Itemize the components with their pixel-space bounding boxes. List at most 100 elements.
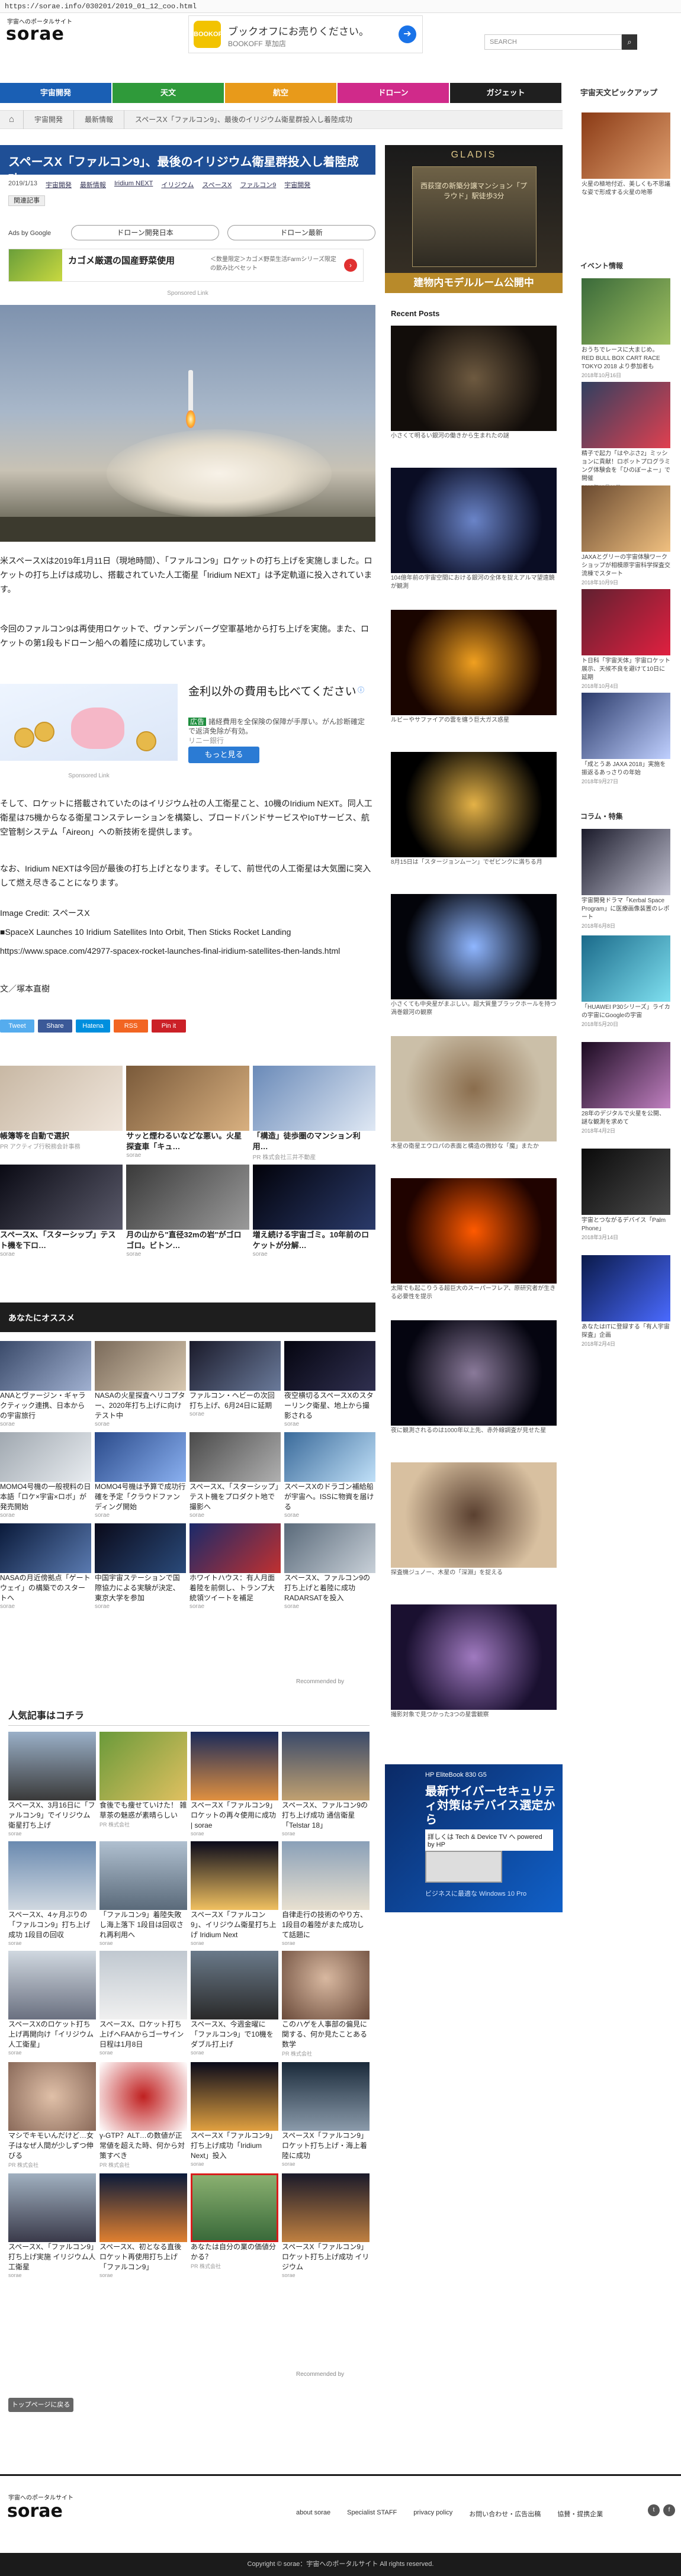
recommend-card[interactable]: ホワイトハウス：有人月面着陸を前倒し、トランプ大統領ツイートを補足 sorae [189,1523,281,1610]
popular-attribution[interactable]: Recommended by [296,2371,344,2378]
arrow-right-icon[interactable]: › [344,259,357,272]
promo-card[interactable]: 月の山から"直径32mの岩"がゴロゴロ。ビトン… sorae [126,1165,249,1258]
nav-aviation[interactable]: 航空 [225,83,338,103]
footer-logo[interactable]: sorae [7,2501,63,2522]
recommend-card[interactable]: MOMO4号機は予算で成功行確を予定「クラウドファンディング開始 sorae [95,1432,186,1519]
right-sidebar-item[interactable]: 火星の極地付近、美しくも不思議な姿で形成する火星の地帯 [582,112,670,197]
right-sidebar-item[interactable]: 28年のデジタルで火星を公開、謎な観測を求めて 2018年4月2日 [582,1042,670,1134]
browser-url-bar[interactable]: https://sorae.info/030201/2019_01_12_coo… [0,0,681,13]
breadcrumb-item[interactable]: 最新情報 [74,110,125,129]
popular-card[interactable]: スペースXのロケット打ち上げ再開向け「イリジウム人工衛星」 sorae [8,1951,96,2057]
search-icon[interactable]: ⌕ [622,34,637,50]
popular-card[interactable]: あなたは自分の業の価値分かる？ PR 株式会社 [191,2173,278,2278]
recent-post-item[interactable]: 104億年前の宇宙空間における銀河の全体を捉えアルマ望遠鏡が観測 [391,468,557,591]
promo-card[interactable]: 増え続ける宇宙ゴミ。10年前のロケットが分解… sorae [252,1165,375,1258]
recent-post-item[interactable]: 小さくて明るい銀河の働きから生まれたの謎 [391,326,557,440]
ad-keyword-chip[interactable]: ドローン最新 [227,225,375,240]
header-ad-banner[interactable]: BOOKOFF ブックオフにお売りください。 BOOKOFF 草加店 ➔ [188,15,423,53]
right-sidebar-item[interactable]: おうちでレースに大まじめ。RED BULL BOX CART RACE TOKY… [582,278,670,379]
recent-post-item[interactable]: 太陽でも起こりうる超巨大のスーパーフレア、原研究者が生きる必要性を提示 [391,1178,557,1301]
promo-card[interactable]: 帳簿等を自動で選択 PR アクティブ行税務会計事務 [0,1066,123,1161]
recommend-card[interactable]: 中国宇宙ステーションで国際協力による実験が決定、東京大学を参加 sorae [95,1523,186,1610]
popular-card[interactable]: マシでキモいんだけど…女子はなぜ人間が少しずつ伸びる PR 株式会社 [8,2062,96,2169]
article-tag[interactable]: Iridium NEXT [114,180,153,189]
article-tag[interactable]: 宇宙開発 [284,180,310,189]
gladis-ad[interactable]: GLADIS 西荻窪の新築分譲マンション「プラウド」駅徒歩3分 建物内モデルルー… [385,145,563,293]
inline-ad[interactable]: 金利以外の費用も比べてください 広告 諸経費用を全保険の保障が手厚い。がん診断確定… [0,684,375,767]
recent-post-item[interactable]: 8月15日は「スタージョンムーン」でゼビンクに満ちる月 [391,752,557,867]
facebook-share-button[interactable]: Share [38,1020,72,1033]
promo-card[interactable]: スペースX、「スターシップ」テスト機を下ロ… sorae [0,1165,123,1258]
popular-card[interactable]: 食後でも痩せていけた！ 雑草茶の魅惑が素晴らしい PR 株式会社 [99,1732,187,1837]
popular-card[interactable]: スペースX、ファルコン9の打ち上げ成功 通信衛星「Telstar 18」 sora… [282,1732,370,1837]
recent-post-item[interactable]: 小さくても中央星がまぶしい。超大質量ブラックホールを持つ渦巻銀河の観察 [391,894,557,1017]
recommend-card[interactable]: 夜空横切るスペースXのスターリンク衛星、地上から撮影される sorae [284,1341,375,1427]
popular-card[interactable]: スペースX「ファルコン9」、イリジウム衛星打ち上げ Iridium Next so… [191,1841,278,1946]
recommend-card[interactable]: スペースXのドラゴン補給船が宇宙へ。ISSに物資を届ける sorae [284,1432,375,1519]
recommend-card[interactable]: NASAの月近傍拠点「ゲートウェイ」の構築でのスタートへ sorae [0,1523,91,1610]
recommend-card[interactable]: NASAの火星探査ヘリコプター、2020年打ち上げに向けテスト中 sorae [95,1341,186,1427]
nav-gadget[interactable]: ガジェット [450,83,563,103]
mid-ad-banner[interactable]: カゴメ厳選の国産野菜使用 ＜数量限定＞カゴメ野菜生活Farmシリーズ限定の飲み比… [8,249,364,282]
article-tag[interactable]: 宇宙開発 [46,180,72,189]
popular-card[interactable]: 「ファルコン9」着陸失敗し海上落下 1段目は回収され再利用へ sorae [99,1841,187,1946]
ads-by-google-label[interactable]: Ads by Google [8,230,51,237]
recommend-card[interactable]: スペースX、ファルコン9の打ち上げと着陸に成功 RADARSATを投入 sorae [284,1523,375,1610]
more-button[interactable]: もっと見る [188,747,259,763]
article-tag[interactable]: スペースX [202,180,232,189]
right-sidebar-item[interactable]: あなたはITに登録する「有人宇宙探査」企画 2018年2月4日 [582,1255,670,1348]
facebook-icon[interactable]: f [663,2504,675,2516]
recent-post-item[interactable]: 木星の衛星エウロパの表面と構造の微妙な「魔」またか [391,1036,557,1151]
popular-card[interactable]: スペースX「ファルコン9」ロケット打ち上げ成功 イリジウム sorae [282,2173,370,2278]
site-logo[interactable]: sorae [6,24,65,44]
ad-info-icon[interactable]: ⓘ [358,685,367,694]
recent-post-item[interactable]: 探査機ジュノー、木星の「深淵」を捉える [391,1462,557,1577]
rss-button[interactable]: RSS [114,1020,148,1033]
right-sidebar-item[interactable]: 「成とうあ JAXA 2018」実施を振返るあっさりの年始 2018年9月27日 [582,693,670,785]
recent-post-item[interactable]: ルビーやサファイアの雲を纏う巨大ガス惑星 [391,610,557,725]
popular-card[interactable]: スペースX、4ヶ月ぶりの「ファルコン9」打ち上げ成功 1段目の回収 sorae [8,1841,96,1946]
promo-card[interactable]: サッと煙わるいなどな悪い。火星探査車「キュ… sorae [126,1066,249,1161]
recommend-card[interactable]: スペースX、「スターシップ」テスト機をプロダクト地で撮影へ sorae [189,1432,281,1519]
hp-ad-cta[interactable]: 詳しくは Tech & Device TV へ powered by HP [425,1829,553,1851]
popular-card[interactable]: スペースX、ロケット打ち上げへFAAからゴーサイン 日程は1月8日 sorae [99,1951,187,2057]
arrow-right-icon[interactable]: ➔ [399,25,416,43]
popular-card[interactable]: スペースX、3月16日に「ファルコン9」でイリジウム衛星打ち上げ sorae [8,1732,96,1837]
right-sidebar-item[interactable]: 精子で起力「はやぶさ2」ミッションに貢献！ロボットプログラミング体験会を「ひのぼ… [582,382,670,491]
footer-link[interactable]: Specialist STAFF [347,2509,397,2519]
recent-post-item[interactable]: 撮影対象で見つかった3つの星雲観察 [391,1604,557,1719]
article-tag[interactable]: ファルコン9 [240,180,276,189]
popular-card[interactable]: スペースX、「ファルコン9」打ち上げ実施 イリジウム人工衛星 sorae [8,2173,96,2278]
breadcrumb-item[interactable]: 宇宙開発 [24,110,75,129]
recommend-card[interactable]: MOMO4号機の一般視料の日本語「ロケ×宇宙×ロボ」が発売開始 sorae [0,1432,91,1519]
popular-card[interactable]: γ-GTP？ALT…の数値が正常値を超えた時、何から対策すべき PR 株式会社 [99,2062,187,2169]
tweet-button[interactable]: Tweet [0,1020,34,1033]
article-tag[interactable]: イリジウム [161,180,194,189]
footer-link[interactable]: お問い合わせ・広告出稿 [469,2509,541,2519]
popular-card[interactable]: スペースX「ファルコン9」打ち上げ成功「Iridium Next」投入 sorae [191,2062,278,2169]
article-tag[interactable]: 最新情報 [80,180,106,189]
source-link[interactable]: https://www.space.com/42977-spacex-rocke… [0,944,375,958]
popular-card[interactable]: スペースX「ファルコン9」ロケット打ち上げ・海上着陸に成功 sorae [282,2062,370,2169]
hatena-button[interactable]: Hatena [76,1020,110,1033]
promo-card[interactable]: 「構造」徒歩圏のマンション利用… PR 株式会社三井不動産 [252,1066,375,1161]
nav-astronomy[interactable]: 天文 [113,83,225,103]
recommend-card[interactable]: ファルコン・ヘビーの次回打ち上げ、6月24日に延期 sorae [189,1341,281,1427]
recommend-card[interactable]: ANAとヴァージン・ギャラクティック連携、日本からの宇宙旅行 sorae [0,1341,91,1427]
home-icon[interactable]: ⌂ [0,110,24,129]
popular-card[interactable]: 自律走行の技術のやり方、1段目の着陸がまた成功して話題に sorae [282,1841,370,1946]
popular-card[interactable]: スペースX、今週金曜に「ファルコン9」で10機をダブル打上げ sorae [191,1951,278,2057]
right-sidebar-item[interactable]: 「HUAWEI P30シリーズ」ライカの宇宙にGoogleの宇宙 2018年5月2… [582,935,670,1028]
recommend-attribution[interactable]: Recommended by [296,1678,344,1685]
right-sidebar-item[interactable]: 宇宙とつながるデバイス「Palm Phone」 2018年3月14日 [582,1149,670,1241]
ad-keyword-chip[interactable]: ドローン開発日本 [71,225,219,240]
right-sidebar-item[interactable]: ト日科「宇宙天体」宇宙ロケット展示、天候不良を避けて10日に延期 2018年10月… [582,589,670,690]
twitter-icon[interactable]: t [648,2504,660,2516]
footer-link[interactable]: about sorae [296,2509,330,2519]
search-input[interactable]: SEARCH [484,34,622,50]
related-button[interactable]: 関連記事 [8,195,45,206]
right-sidebar-item[interactable]: JAXAとグリーの宇宙体験ワークショップが相模原宇宙科学探査交流棟でスタート 20… [582,485,670,586]
hp-ad[interactable]: HP EliteBook 830 G5 最新サイバーセキュリティ対策はデバイス選… [385,1764,563,1912]
popular-card[interactable]: スペースX、初となる直後ロケット再使用打ち上げ「ファルコン9」 sorae [99,2173,187,2278]
nav-space-development[interactable]: 宇宙開発 [0,83,113,103]
